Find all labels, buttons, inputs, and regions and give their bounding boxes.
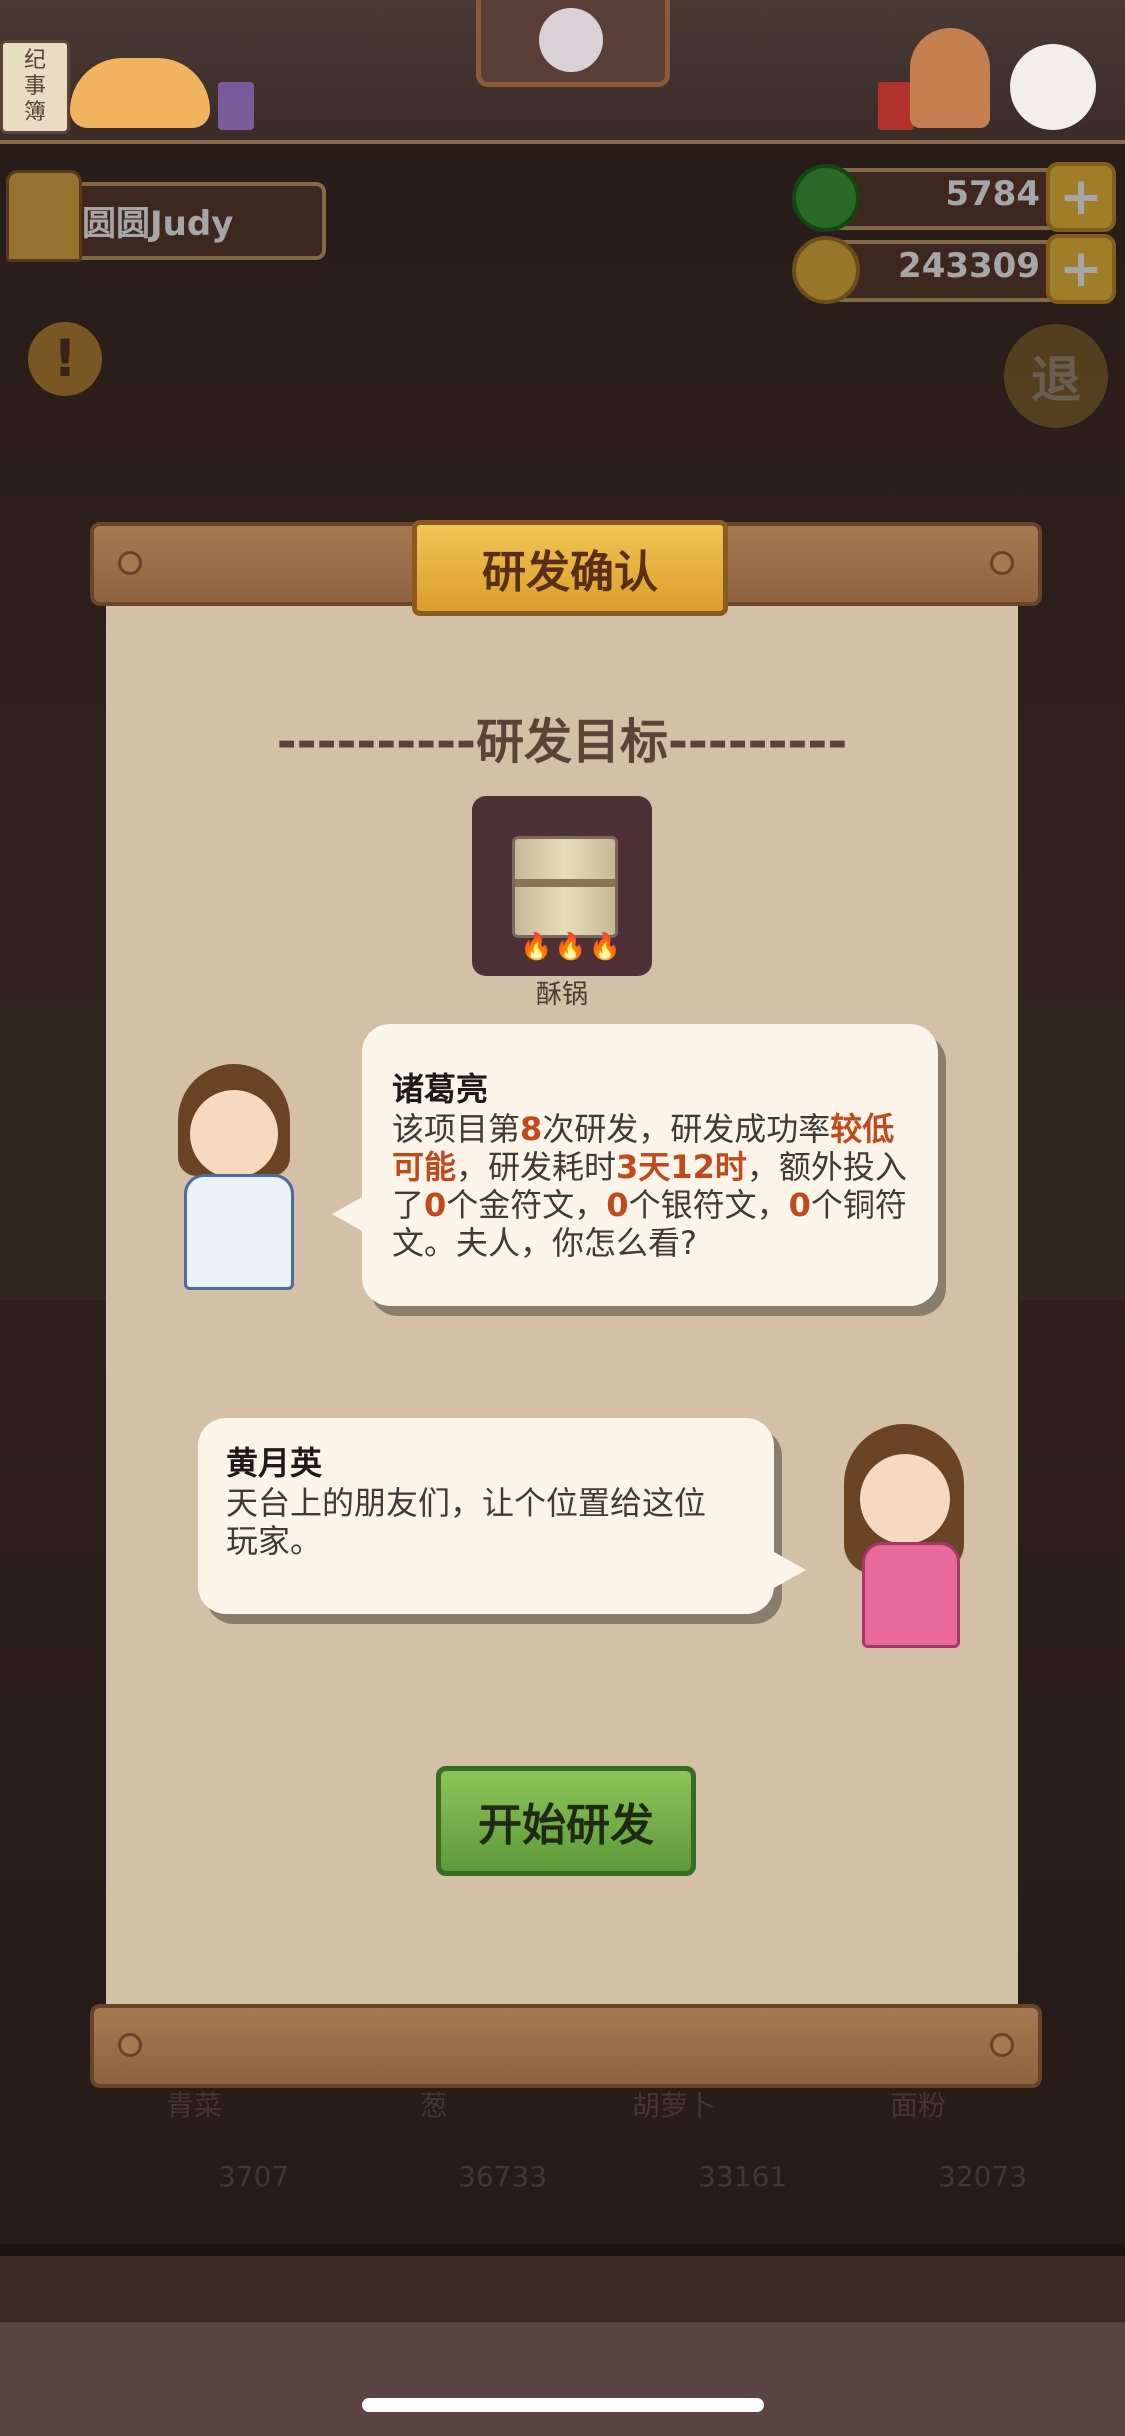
record-book-sign[interactable]: 纪 事 簿	[0, 40, 70, 134]
huang-yueying-avatar	[836, 1424, 978, 1648]
bottom-strip	[0, 2256, 1125, 2322]
speech-bubble-huang: 黄月英 天台上的朋友们，让个位置给这位玩家。	[198, 1418, 774, 1614]
speech-bubble-tail	[774, 1552, 806, 1588]
start-research-button[interactable]: 开始研发	[436, 1766, 696, 1876]
speech-text: 天台上的朋友们，让个位置给这位玩家。	[226, 1484, 707, 1560]
sign-label: 纪 事 簿	[23, 48, 46, 125]
home-indicator[interactable]	[362, 2398, 764, 2412]
speech-text: 该项目第8次研发，研发成功率较低可能，研发耗时3天12时，额外投入了0个金符文，…	[392, 1110, 907, 1262]
speech-bubble-tail	[332, 1196, 364, 1232]
chef-character-icon	[910, 28, 990, 128]
red-jar-icon	[878, 82, 914, 130]
dialog-bottom-plank	[90, 2004, 1042, 2088]
speaker-name: 诸葛亮	[392, 1070, 489, 1108]
research-target-heading: ----------研发目标---------	[276, 714, 848, 770]
purple-jar-icon	[218, 82, 254, 130]
sleeping-cat-icon	[70, 58, 210, 128]
white-cat-icon	[1010, 44, 1096, 130]
dialog-title: 研发确认	[412, 520, 728, 616]
speech-bubble-zhuge: 诸葛亮 该项目第8次研发，研发成功率较低可能，研发耗时3天12时，额外投入了0个…	[362, 1024, 938, 1306]
scroll-recipe-icon	[512, 836, 618, 938]
hanging-portrait	[476, 0, 670, 87]
bottom-bar	[0, 2322, 1125, 2436]
zhuge-liang-avatar	[168, 1064, 316, 1290]
flame-rating-icon: 🔥🔥🔥	[520, 932, 624, 962]
item-name: 酥锅	[535, 980, 588, 1010]
speaker-name: 黄月英	[226, 1444, 323, 1482]
